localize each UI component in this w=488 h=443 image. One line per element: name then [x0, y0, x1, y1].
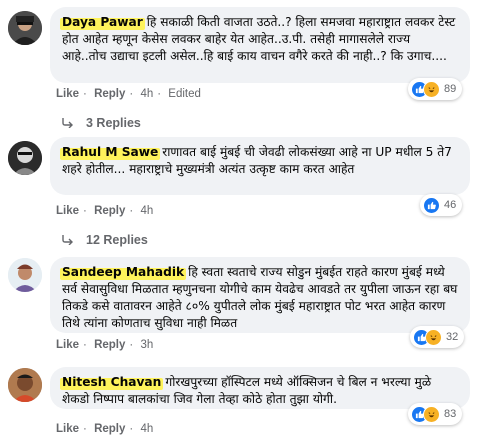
comment-bubble: Sandeep Mahadik हि स्वता स्वताचे राज्य सो… [50, 257, 470, 333]
reaction-summary[interactable]: 83 [408, 403, 463, 425]
replies-count: 3 Replies [86, 116, 141, 130]
comment-bubble: Rahul M Sawe राणावत बाई मुंबई ची जेवढी लो… [50, 137, 470, 195]
avatar-photo-icon [8, 11, 42, 45]
timestamp[interactable]: 4h [140, 423, 153, 435]
edited-label: Edited [168, 88, 201, 100]
like-button[interactable]: Like [56, 205, 79, 217]
avatar[interactable] [8, 258, 42, 292]
reaction-count: 46 [444, 199, 457, 211]
reaction-summary[interactable]: 32 [410, 326, 465, 348]
timestamp[interactable]: 4h [140, 88, 153, 100]
reaction-count: 89 [444, 83, 457, 95]
comment-bubble: Nitesh Chavan गोरखपुरच्या हॉस्पिटल मध्ये … [50, 367, 470, 409]
comment-author[interactable]: Rahul M Sawe [60, 145, 161, 160]
comment-author[interactable]: Sandeep Mahadik [60, 265, 187, 280]
haha-reaction-icon [425, 328, 442, 346]
reply-arrow-icon [62, 235, 73, 245]
like-reaction-icon [423, 196, 440, 214]
avatar-photo-icon [8, 258, 42, 292]
like-button[interactable]: Like [56, 423, 79, 435]
avatar-photo-icon [8, 141, 42, 175]
avatar[interactable] [8, 11, 42, 45]
comment-author[interactable]: Nitesh Chavan [60, 375, 164, 390]
timestamp[interactable]: 3h [140, 339, 153, 351]
like-button[interactable]: Like [56, 88, 79, 100]
comment-actions: Like · Reply · 4h [56, 205, 154, 217]
like-button[interactable]: Like [56, 339, 79, 351]
avatar[interactable] [8, 368, 42, 402]
reaction-summary[interactable]: 89 [408, 78, 463, 100]
comment-actions: Like · Reply · 3h [56, 339, 154, 351]
reply-button[interactable]: Reply [94, 205, 125, 217]
reply-arrow-icon [62, 118, 73, 128]
haha-reaction-icon [423, 405, 440, 423]
view-replies-button[interactable]: 3 Replies [62, 116, 141, 130]
replies-count: 12 Replies [86, 233, 148, 247]
haha-reaction-icon [423, 80, 440, 98]
view-replies-button[interactable]: 12 Replies [62, 233, 148, 247]
reply-button[interactable]: Reply [94, 88, 125, 100]
timestamp[interactable]: 4h [140, 205, 153, 217]
comment-bubble: Daya Pawar हि सकाळी किती वाजता उठते..? हि… [50, 7, 470, 83]
comment-actions: Like · Reply · 4h · Edited [56, 88, 201, 100]
reaction-count: 83 [444, 408, 457, 420]
comment-actions: Like · Reply · 4h [56, 423, 154, 435]
reaction-count: 32 [446, 331, 459, 343]
comment-author[interactable]: Daya Pawar [60, 15, 145, 30]
avatar-photo-icon [8, 368, 42, 402]
reply-button[interactable]: Reply [94, 339, 125, 351]
avatar[interactable] [8, 141, 42, 175]
reply-button[interactable]: Reply [94, 423, 125, 435]
reaction-summary[interactable]: 46 [420, 194, 463, 216]
